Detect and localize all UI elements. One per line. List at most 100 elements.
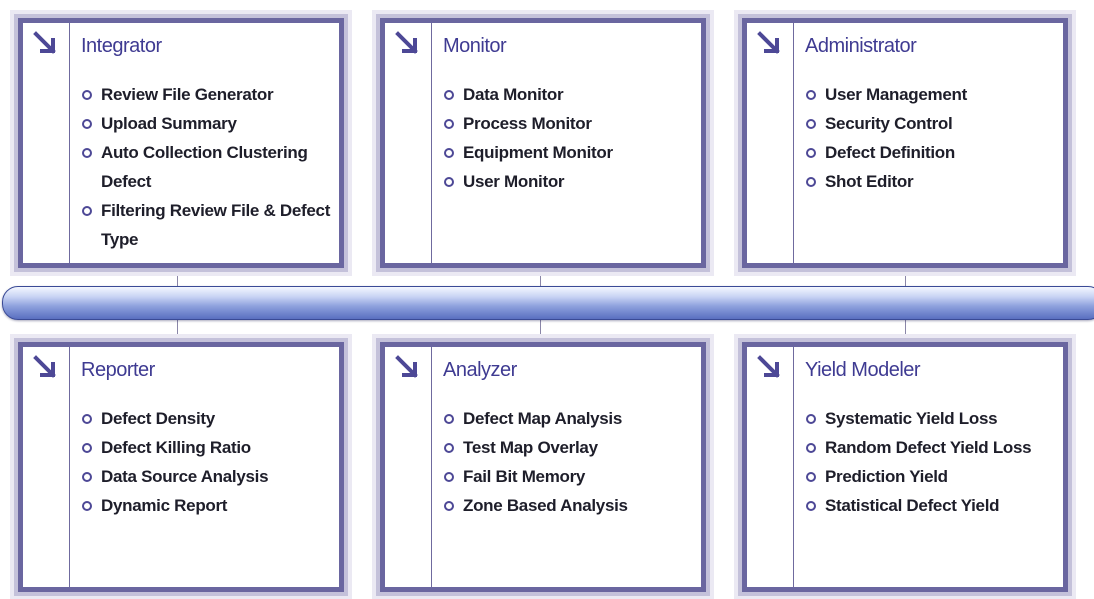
list-item-label: Security Control [825,114,953,133]
list-item: Upload Summary [81,109,331,138]
panel-reporter: Reporter Defect Density Defect Killing R… [18,342,344,592]
list-item-label: Systematic Yield Loss [825,409,998,428]
panel-title: Yield Modeler [805,359,921,381]
circle-bullet-icon [444,90,454,100]
circle-bullet-icon [82,472,92,482]
list-item: Data Monitor [443,80,693,109]
list-item-label: Review File Generator [101,85,274,104]
circle-bullet-icon [82,119,92,129]
arrow-down-right-icon [33,31,56,54]
list-item: Test Map Overlay [443,433,693,462]
panel-monitor: Monitor Data Monitor Process Monitor Equ… [380,18,706,268]
connector-administrator [905,268,906,288]
circle-bullet-icon [806,472,816,482]
circle-bullet-icon [444,148,454,158]
list-item-label: Test Map Overlay [463,438,598,457]
arrow-down-right-icon [757,355,780,378]
circle-bullet-icon [444,119,454,129]
system-bus-pipe [2,286,1094,320]
list-item-label: Filtering Review File & Defect Type [101,201,331,249]
list-item-label: Defect Map Analysis [463,409,623,428]
circle-bullet-icon [444,501,454,511]
circle-bullet-icon [806,148,816,158]
list-item: Auto Collection Clustering Defect [81,138,331,196]
connector-reporter [177,318,178,342]
list-item: Data Source Analysis [81,462,331,491]
arrow-down-right-icon [395,31,418,54]
circle-bullet-icon [806,443,816,453]
panel-divider [69,347,70,587]
list-item: Random Defect Yield Loss [805,433,1055,462]
panel-analyzer: Analyzer Defect Map Analysis Test Map Ov… [380,342,706,592]
feature-list: Review File Generator Upload Summary Aut… [81,80,331,254]
feature-list: Defect Map Analysis Test Map Overlay Fai… [443,404,693,520]
panel-yield-modeler: Yield Modeler Systematic Yield Loss Rand… [742,342,1068,592]
panel-title: Administrator [805,35,917,57]
list-item: Systematic Yield Loss [805,404,1055,433]
panel-divider [431,347,432,587]
connector-monitor [540,268,541,288]
panel-title: Integrator [81,35,162,57]
list-item: User Management [805,80,1055,109]
list-item-label: Random Defect Yield Loss [825,438,1032,457]
circle-bullet-icon [82,90,92,100]
list-item-label: Dynamic Report [101,496,228,515]
list-item: Fail Bit Memory [443,462,693,491]
circle-bullet-icon [82,414,92,424]
circle-bullet-icon [806,501,816,511]
circle-bullet-icon [806,119,816,129]
list-item: Defect Map Analysis [443,404,693,433]
list-item-label: Fail Bit Memory [463,467,586,486]
list-item: Prediction Yield [805,462,1055,491]
list-item-label: Prediction Yield [825,467,948,486]
panel-divider [793,23,794,263]
circle-bullet-icon [444,472,454,482]
list-item-label: Auto Collection Clustering Defect [101,143,308,191]
connector-integrator [177,268,178,288]
list-item-label: Data Monitor [463,85,564,104]
list-item-label: Zone Based Analysis [463,496,628,515]
circle-bullet-icon [806,90,816,100]
connector-yield-modeler [905,318,906,342]
list-item-label: User Monitor [463,172,565,191]
circle-bullet-icon [82,206,92,216]
circle-bullet-icon [82,501,92,511]
panel-integrator: Integrator Review File Generator Upload … [18,18,344,268]
arrow-down-right-icon [757,31,780,54]
list-item-label: Defect Definition [825,143,955,162]
list-item: Statistical Defect Yield [805,491,1055,520]
list-item: Defect Killing Ratio [81,433,331,462]
panel-administrator: Administrator User Management Security C… [742,18,1068,268]
panel-title: Reporter [81,359,155,381]
feature-list: Systematic Yield Loss Random Defect Yiel… [805,404,1055,520]
circle-bullet-icon [82,443,92,453]
list-item-label: User Management [825,85,967,104]
arrow-down-right-icon [33,355,56,378]
connector-analyzer [540,318,541,342]
panel-title: Monitor [443,35,507,57]
circle-bullet-icon [444,443,454,453]
list-item: Process Monitor [443,109,693,138]
list-item: User Monitor [443,167,693,196]
circle-bullet-icon [806,177,816,187]
feature-list: Defect Density Defect Killing Ratio Data… [81,404,331,520]
list-item: Shot Editor [805,167,1055,196]
list-item-label: Defect Density [101,409,215,428]
panel-divider [793,347,794,587]
circle-bullet-icon [444,177,454,187]
arrow-down-right-icon [395,355,418,378]
list-item-label: Data Source Analysis [101,467,269,486]
list-item: Zone Based Analysis [443,491,693,520]
list-item: Security Control [805,109,1055,138]
list-item-label: Upload Summary [101,114,237,133]
list-item: Defect Definition [805,138,1055,167]
feature-list: User Management Security Control Defect … [805,80,1055,196]
feature-list: Data Monitor Process Monitor Equipment M… [443,80,693,196]
list-item-label: Statistical Defect Yield [825,496,1000,515]
list-item: Filtering Review File & Defect Type [81,196,331,254]
circle-bullet-icon [444,414,454,424]
list-item: Equipment Monitor [443,138,693,167]
list-item-label: Process Monitor [463,114,592,133]
list-item: Defect Density [81,404,331,433]
panel-title: Analyzer [443,359,517,381]
